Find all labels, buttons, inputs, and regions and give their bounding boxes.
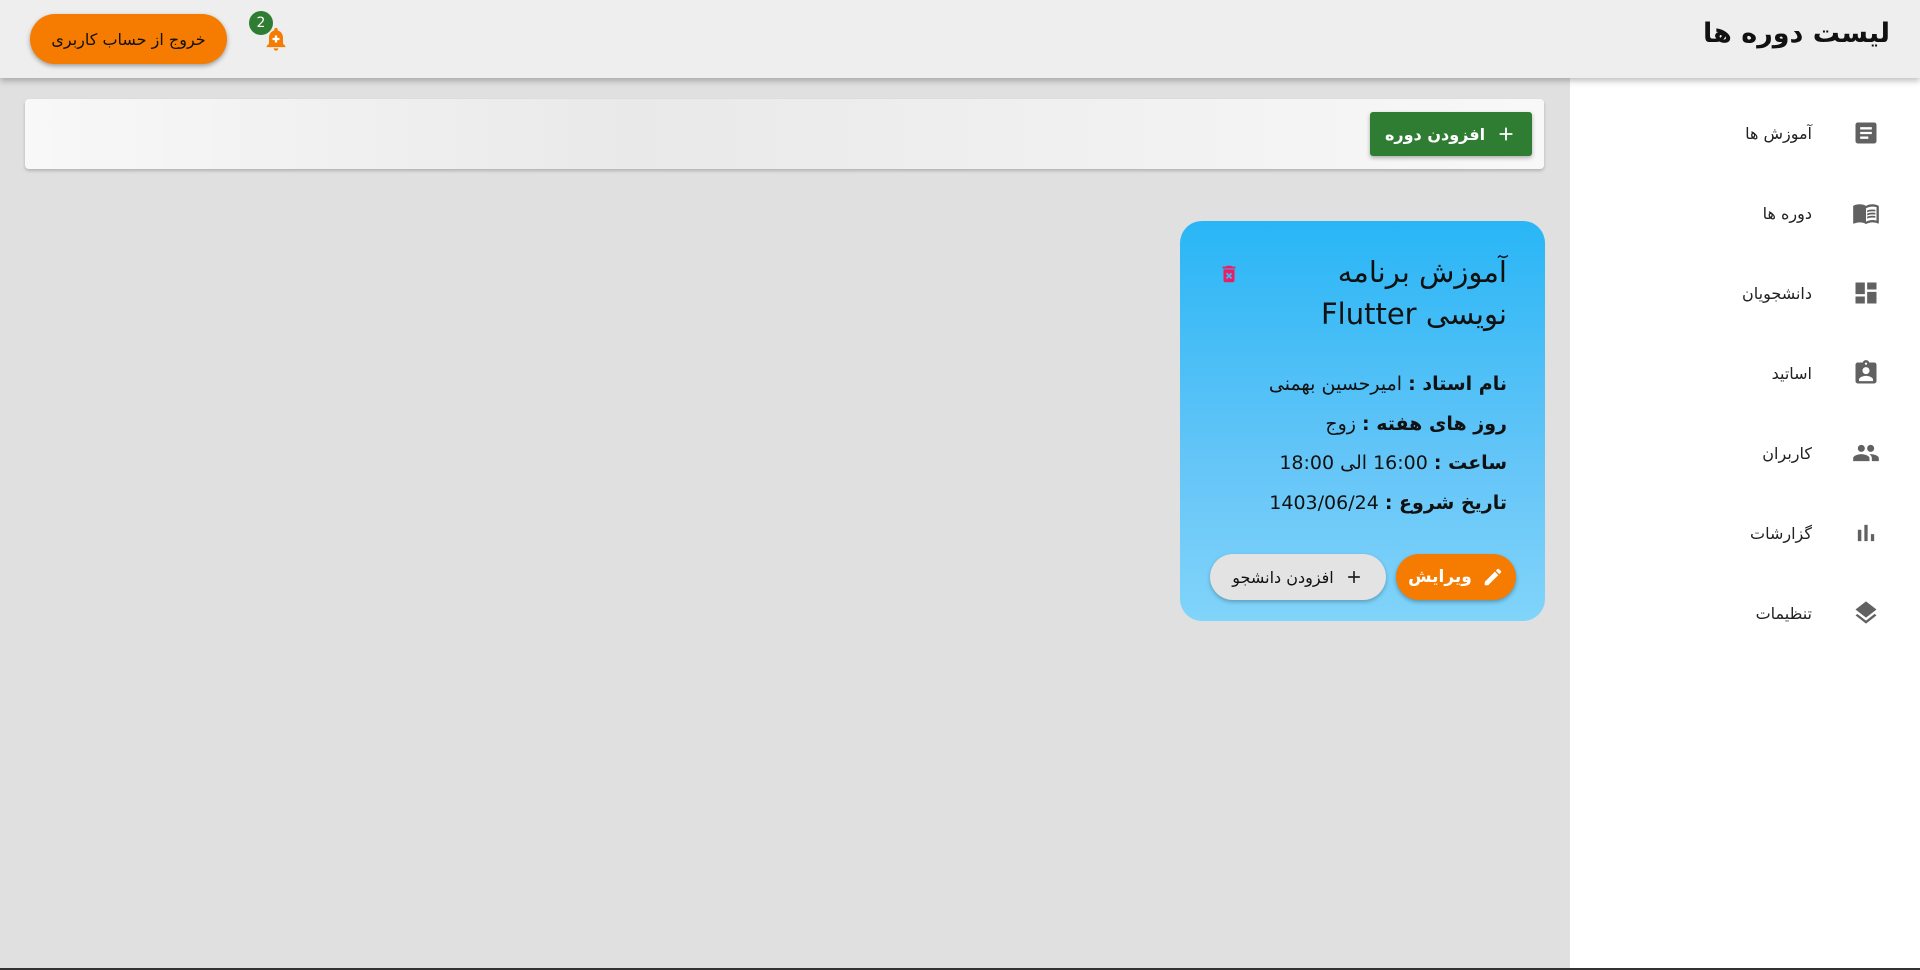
sidebar-item-reports[interactable]: گزارشات (1570, 501, 1920, 565)
sidebar-item-tutorials[interactable]: آموزش ها (1570, 101, 1920, 165)
dashboard-icon (1850, 277, 1882, 309)
logout-button[interactable]: خروج از حساب کاربری (30, 14, 227, 64)
sidebar-item-label: گزارشات (1750, 523, 1812, 543)
sidebar-item-settings[interactable]: تنظیمات (1570, 581, 1920, 645)
start-date-line: تاریخ شروع : 1403/06/24 (1269, 492, 1507, 514)
teacher-value: امیرحسین بهمنی (1268, 373, 1403, 395)
sidebar-item-teachers[interactable]: اساتید (1570, 341, 1920, 405)
time-label: ساعت : (1433, 452, 1507, 474)
days-value: زوج (1325, 413, 1356, 435)
sidebar-item-users[interactable]: کاربران (1570, 421, 1920, 485)
start-date-label: تاریخ شروع : (1384, 492, 1507, 514)
sidebar-item-label: تنظیمات (1755, 603, 1812, 623)
sidebar-item-courses[interactable]: دوره ها (1570, 181, 1920, 245)
sidebar-item-students[interactable]: دانشجویان (1570, 261, 1920, 325)
add-course-button[interactable]: افزودن دوره (1370, 112, 1532, 156)
page-title: لیست دوره ها (1703, 18, 1890, 49)
add-student-button[interactable]: افزودن دانشجو (1210, 554, 1386, 600)
pencil-icon (1482, 566, 1504, 588)
article-icon (1850, 117, 1882, 149)
sidebar-item-label: دانشجویان (1742, 283, 1812, 303)
time-line: ساعت : 16:00 الی 18:00 (1279, 452, 1507, 474)
teacher-label: نام استاد : (1408, 373, 1507, 395)
notification-count-badge: 2 (249, 11, 273, 35)
plus-icon (1495, 123, 1517, 145)
assignment-ind-icon (1850, 357, 1882, 389)
bar-chart-icon (1850, 517, 1882, 549)
add-course-label: افزودن دوره (1384, 124, 1486, 144)
teacher-line: نام استاد : امیرحسین بهمنی (1269, 373, 1507, 395)
sidebar-item-label: اساتید (1771, 363, 1812, 383)
delete-icon[interactable] (1218, 261, 1240, 287)
add-student-label: افزودن دانشجو (1232, 567, 1334, 587)
edit-label: ویرایش (1408, 567, 1472, 587)
sidebar-item-label: آموزش ها (1745, 123, 1812, 143)
sidebar-item-label: کاربران (1762, 443, 1812, 463)
sidebar: آموزش ها دوره ها دانشجویان اساتید کاربرا… (1570, 78, 1920, 970)
sidebar-item-label: دوره ها (1762, 203, 1812, 223)
course-title: آموزش برنامه نویسی Flutter (1320, 255, 1507, 331)
book-open-icon (1850, 197, 1882, 229)
edit-button[interactable]: ویرایش (1396, 554, 1516, 600)
course-card: آموزش برنامه نویسی Flutter نام استاد : ا… (1180, 221, 1545, 621)
top-app-bar: لیست دوره ها خروج از حساب کاربری 2 (0, 0, 1920, 78)
layers-icon (1850, 597, 1882, 629)
toolbar-card: افزودن دوره (25, 99, 1544, 169)
start-date-value: 1403/06/24 (1269, 492, 1379, 514)
time-value: 16:00 الی 18:00 (1279, 452, 1428, 474)
people-icon (1850, 437, 1882, 469)
plus-icon (1344, 567, 1364, 587)
days-line: روز های هفته : زوج (1325, 413, 1507, 435)
days-label: روز های هفته : (1362, 413, 1507, 435)
